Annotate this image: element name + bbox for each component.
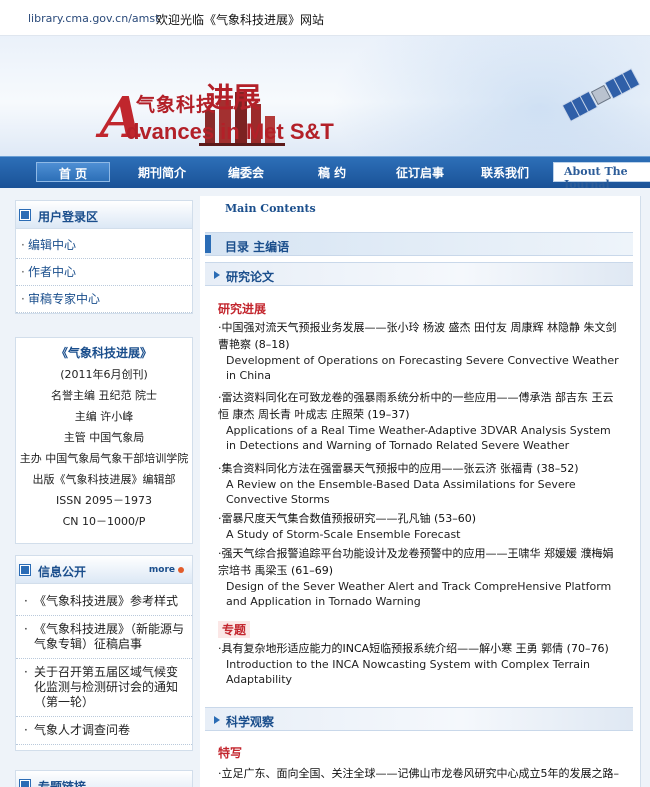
article-item: ·中国强对流天气预报业务发展——张小玲 杨波 盛杰 田付友 周康辉 林隐静 朱文…	[218, 319, 623, 383]
nav-editorial-board[interactable]: 编委会	[228, 164, 264, 181]
square-bullet-icon	[20, 565, 30, 575]
notice-panel: 信息公开 more 《气象科技进展》参考样式 《气象科技进展》（新能源与气象专辑…	[15, 555, 193, 751]
tag-special-topic: 专题	[218, 621, 251, 638]
supervisor: 主管 中国气象局	[63, 431, 145, 444]
section-observation-bar: 科学观察	[205, 707, 633, 731]
login-panel: 用户登录区 编辑中心 作者中心 审稿专家中心	[15, 200, 193, 314]
sponsor: 主办 中国气象局气象干部培训学院	[19, 452, 189, 465]
article-title-en[interactable]: A Study of Storm-Scale Ensemble Forecast	[218, 527, 623, 542]
triangle-right-icon	[214, 271, 220, 279]
topic-links-title: 专题链接	[38, 780, 87, 787]
article-title-en[interactable]: Design of the Sever Weather Alert and Tr…	[218, 579, 623, 609]
article-item: ·雷达资料同化在可致龙卷的强暴雨系统分析中的一些应用——傅承浩 部吉东 王云恒 …	[218, 389, 623, 453]
main-contents-heading: Main Contents	[225, 202, 316, 215]
journal-info-panel: 《气象科技进展》 (2011年6月创刊) 名誉主编 丑纪范 院士 主编 许小峰 …	[15, 337, 193, 544]
honorary-editor: 名誉主编 丑纪范 院士	[51, 389, 157, 402]
editor-center-link[interactable]: 编辑中心	[16, 232, 192, 259]
content-top-spacer	[0, 188, 650, 196]
triangle-right-icon	[214, 716, 220, 724]
welcome-text: 欢迎光临《气象科技进展》网站	[156, 13, 325, 27]
nav-about-journal[interactable]: About The Journal	[553, 162, 650, 191]
journal-name: 《气象科技进展》	[55, 346, 152, 360]
tag-feature: 特写	[218, 746, 243, 760]
article-title-en[interactable]: Development of Operations on Forecasting…	[218, 353, 623, 383]
section-research-bar: 研究论文	[205, 262, 633, 286]
publisher: 出版《气象科技进展》编辑部	[32, 473, 176, 486]
article-title-cn[interactable]: ·雷达资料同化在可致龙卷的强暴雨系统分析中的一些应用——傅承浩 部吉东 王云恒 …	[218, 389, 623, 423]
bar-marker	[205, 235, 211, 253]
tag-research-progress: 研究进展	[218, 302, 267, 316]
nav-submission-guide[interactable]: 稿 约	[318, 164, 346, 181]
notice-panel-header: 信息公开 more	[16, 556, 192, 584]
square-bullet-icon	[20, 780, 30, 787]
header-banner: 进展 A 气象科技 dvances in Met S&T	[0, 36, 650, 156]
article-title-cn[interactable]: ·强天气综合报警追踪平台功能设计及龙卷预警中的应用——王啸华 郑媛媛 濮梅娟 宗…	[218, 545, 623, 579]
article-title-cn[interactable]: ·具有复杂地形适应能力的INCA短临预报系统介绍——解小寒 王勇 郭倩 (70–…	[218, 640, 623, 657]
article-item: ·强天气综合报警追踪平台功能设计及龙卷预警中的应用——王啸华 郑媛媛 濮梅娟 宗…	[218, 545, 623, 609]
left-sidebar: 用户登录区 编辑中心 作者中心 审稿专家中心 《气象科技进展》 (2011年6月…	[0, 196, 200, 787]
author-center-link[interactable]: 作者中心	[16, 259, 192, 286]
nav-journal-intro[interactable]: 期刊简介	[138, 164, 186, 181]
login-panel-title: 用户登录区	[38, 210, 99, 224]
article-title-cn[interactable]: ·集合资料同化方法在强雷暴天气预报中的应用——张云济 张福青 (38–52)	[218, 460, 623, 477]
site-url[interactable]: library.cma.gov.cn/amst	[28, 12, 159, 25]
nav-home[interactable]: 首 页	[36, 162, 110, 182]
notice-item[interactable]: 气象人才调查问卷	[16, 717, 192, 745]
nav-subscription[interactable]: 征订启事	[396, 164, 444, 181]
reviewer-center-link[interactable]: 审稿专家中心	[16, 286, 192, 313]
satellite-icon	[561, 68, 641, 122]
login-panel-header: 用户登录区	[16, 201, 192, 229]
issn-number: ISSN 2095－1973	[56, 494, 152, 507]
article-item: ·集合资料同化方法在强雷暴天气预报中的应用——张云济 张福青 (38–52) A…	[218, 460, 623, 507]
notice-item[interactable]: 《气象科技进展》（新能源与气象专辑）征稿启事	[16, 616, 192, 659]
square-bullet-icon	[20, 210, 30, 220]
article-item: ·雷暴尺度天气集合数值预报研究——孔凡铀 (53–60) A Study of …	[218, 510, 623, 542]
main-nav: 首 页 期刊简介 编委会 稿 约 征订启事 联系我们 About The Jou…	[0, 156, 650, 191]
contents-bar-label[interactable]: 目录 主编语	[225, 238, 289, 255]
article-title-cn[interactable]: ·中国强对流天气预报业务发展——张小玲 杨波 盛杰 田付友 周康辉 林隐静 朱文…	[218, 319, 623, 353]
article-item: ·具有复杂地形适应能力的INCA短临预报系统介绍——解小寒 王勇 郭倩 (70–…	[218, 640, 623, 687]
article-title-en[interactable]: Applications of a Real Time Weather-Adap…	[218, 423, 623, 453]
notice-item[interactable]: 关于召开第五届区域气候变化监测与检测研讨会的通知（第一轮）	[16, 659, 192, 717]
notice-item[interactable]: 《气象科技进展》参考样式	[16, 588, 192, 616]
article-title-en[interactable]: Introduction to the INCA Nowcasting Syst…	[218, 657, 623, 687]
topic-links-panel: 专题链接	[15, 770, 193, 787]
article-title-cn[interactable]: ·立足广东、面向全国、关注全球——记佛山市龙卷风研究中心成立5年的发展之路–	[218, 765, 623, 782]
cn-number: CN 10－1000/P	[62, 515, 146, 528]
founded-date: (2011年6月创刊)	[60, 368, 148, 381]
logo-chinese-title: 气象科技	[136, 94, 217, 116]
article-title-cn[interactable]: ·雷暴尺度天气集合数值预报研究——孔凡铀 (53–60)	[218, 510, 623, 527]
chief-editor: 主编 许小峰	[74, 410, 134, 423]
logo-english-title: dvances in Met S&T	[126, 119, 334, 144]
nav-contact-us[interactable]: 联系我们	[481, 164, 529, 181]
notice-panel-title: 信息公开	[38, 565, 87, 579]
topic-links-header: 专题链接	[16, 771, 192, 787]
article-title-en[interactable]: A Review on the Ensemble-Based Data Assi…	[218, 477, 623, 507]
section-research-label[interactable]: 研究论文	[226, 268, 274, 285]
right-edge-panel	[640, 196, 650, 787]
more-link[interactable]: more	[149, 565, 184, 575]
article-item: ·立足广东、面向全国、关注全球——记佛山市龙卷风研究中心成立5年的发展之路–	[218, 765, 623, 782]
main-content: Main Contents 目录 主编语 研究论文 研究进展 ·中国强对流天气预…	[200, 196, 640, 787]
contents-bar: 目录 主编语	[205, 232, 633, 256]
section-observation-label[interactable]: 科学观察	[226, 713, 274, 730]
top-bar: library.cma.gov.cn/amst 欢迎光临《气象科技进展》网站	[0, 0, 650, 36]
